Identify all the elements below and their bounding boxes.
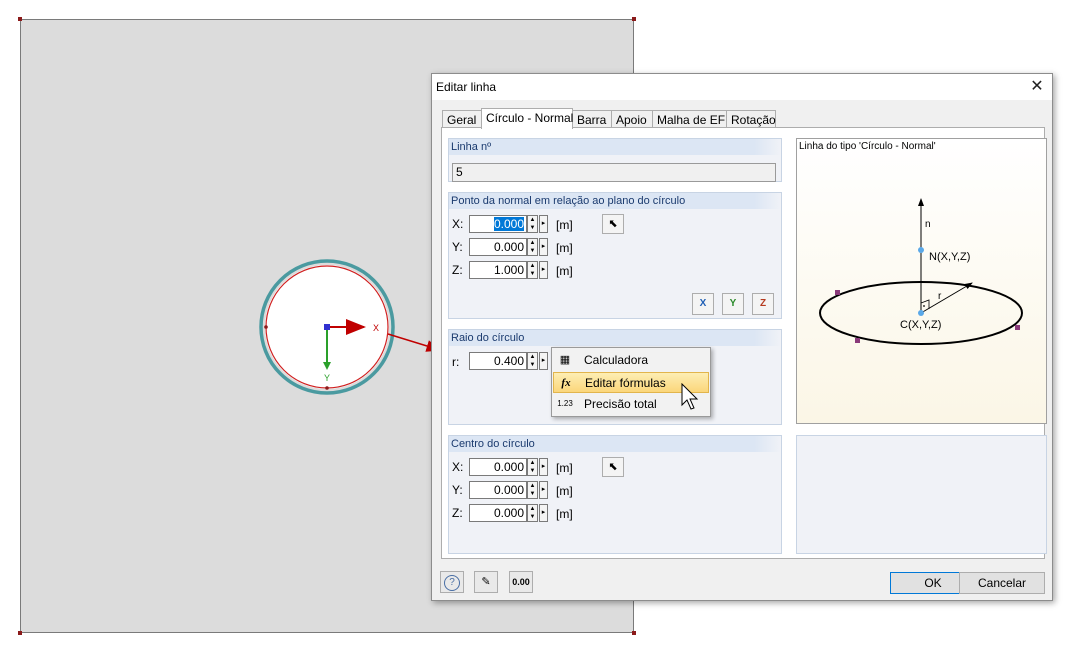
center-y-unit: [m]	[556, 484, 573, 498]
cursor-pick-icon: ⬉	[608, 218, 618, 230]
tab-rotacao[interactable]: Rotação	[726, 110, 776, 128]
axis-y-icon: Y	[729, 298, 737, 309]
diagram-r-label: r	[938, 291, 942, 302]
help-icon: ?	[444, 575, 460, 591]
diagram-node	[855, 338, 860, 343]
info-panel	[796, 435, 1047, 554]
circle-normal-diagram: n N(X,Y,Z) r C(X,Y,Z)	[819, 198, 1023, 345]
normal-x-label: X:	[452, 217, 464, 231]
diagram-n-point	[918, 247, 924, 253]
center-z-input[interactable]: 0.000	[469, 504, 527, 522]
normal-point-title: Ponto da normal em relação ao plano do c…	[449, 193, 781, 209]
tab-malha-de-ef[interactable]: Malha de EF	[652, 110, 727, 128]
center-y-spinner[interactable]: ▲ ▼	[527, 481, 538, 499]
menu-item-label: Calculadora	[584, 353, 649, 367]
dialog-title: Editar linha	[436, 80, 497, 94]
preview-panel: Linha do tipo 'Círculo - Normal' n N(X,Y…	[796, 138, 1047, 424]
pick-center-button[interactable]: ⬉	[602, 457, 624, 477]
center-z-menu-button[interactable]: ▸	[539, 504, 548, 522]
normal-z-spinner[interactable]: ▲ ▼	[527, 261, 538, 279]
diagram-node	[1015, 325, 1020, 330]
center-x-unit: [m]	[556, 461, 573, 475]
group-center: Centro do círculo X: 0.000 ▲ ▼ ▸ [m] ⬉ Y:…	[448, 435, 782, 554]
normal-y-label: Y:	[452, 240, 463, 254]
center-x-label: X:	[452, 460, 464, 474]
canvas-corner-node	[18, 17, 22, 21]
normal-y-spinner[interactable]: ▲ ▼	[527, 238, 538, 256]
radius-input[interactable]: 0.400	[469, 352, 527, 370]
axis-x-icon: X	[699, 298, 707, 309]
group-line-number: Linha nº 5	[448, 138, 782, 182]
precision-icon: 0.00	[512, 577, 530, 587]
center-z-label: Z:	[452, 506, 463, 520]
menu-item-calculadora[interactable]: ▦ Calculadora	[553, 350, 709, 371]
normal-along-x-button[interactable]: X	[692, 293, 714, 315]
canvas-corner-node	[18, 631, 22, 635]
normal-z-label: Z:	[452, 263, 463, 277]
dialog-titlebar[interactable]: Editar linha ✕	[432, 74, 1052, 100]
comment-button[interactable]: ✎	[474, 571, 498, 593]
normal-along-z-button[interactable]: Z	[752, 293, 774, 315]
diagram-n-label: n	[925, 219, 931, 230]
fx-formula-icon: fx	[561, 377, 571, 389]
diagram-c-point	[918, 310, 924, 316]
line-number-field[interactable]: 5	[452, 163, 776, 182]
line-number-label: Linha nº	[449, 139, 781, 155]
edit-note-icon: ✎	[481, 576, 491, 588]
mouse-cursor-icon	[681, 383, 699, 410]
tab-apoio[interactable]: Apoio	[611, 110, 653, 128]
center-z-spinner[interactable]: ▲ ▼	[527, 504, 538, 522]
menu-item-label: Precisão total	[584, 397, 657, 411]
normal-y-menu-button[interactable]: ▸	[539, 238, 548, 256]
diagram-node	[835, 290, 840, 295]
edit-line-dialog: Editar linha ✕ Geral Círculo - Normal Ba…	[431, 73, 1053, 601]
normal-x-menu-button[interactable]: ▸	[539, 215, 548, 233]
center-x-spinner[interactable]: ▲ ▼	[527, 458, 538, 476]
close-icon: ✕	[1030, 78, 1044, 95]
normal-y-unit: [m]	[556, 241, 573, 255]
normal-z-unit: [m]	[556, 264, 573, 278]
menu-item-label: Editar fórmulas	[585, 376, 666, 390]
tab-circulo-normal[interactable]: Círculo - Normal	[481, 108, 573, 129]
center-z-unit: [m]	[556, 507, 573, 521]
calculator-icon: ▦	[559, 354, 571, 366]
precision-button[interactable]: 0.00	[509, 571, 533, 593]
normal-z-input[interactable]: 1.000	[469, 261, 527, 279]
cancel-button[interactable]: Cancelar	[959, 572, 1045, 594]
precision-icon: 1.23	[557, 399, 573, 408]
normal-y-input[interactable]: 0.000	[469, 238, 527, 256]
group-normal-point: Ponto da normal em relação ao plano do c…	[448, 192, 782, 319]
tab-geral[interactable]: Geral	[442, 110, 482, 128]
canvas-corner-node	[632, 631, 636, 635]
close-button[interactable]: ✕	[1028, 78, 1046, 96]
cursor-pick-icon: ⬉	[608, 461, 618, 473]
canvas-corner-node	[632, 17, 636, 21]
radius-label: r:	[452, 355, 460, 369]
help-button[interactable]: ?	[440, 571, 464, 593]
center-title: Centro do círculo	[449, 436, 781, 452]
normal-x-input[interactable]: 0.000	[469, 215, 527, 233]
radius-spinner[interactable]: ▲ ▼	[527, 352, 538, 370]
pick-normal-point-button[interactable]: ⬉	[602, 214, 624, 234]
diagram-n-point-label: N(X,Y,Z)	[929, 251, 970, 263]
radius-menu-button[interactable]: ▸	[539, 352, 548, 370]
center-y-menu-button[interactable]: ▸	[539, 481, 548, 499]
center-y-input[interactable]: 0.000	[469, 481, 527, 499]
center-x-input[interactable]: 0.000	[469, 458, 527, 476]
tab-barra[interactable]: Barra	[572, 110, 612, 128]
radius-title: Raio do círculo	[449, 330, 781, 346]
axis-z-icon: Z	[759, 298, 767, 309]
center-x-menu-button[interactable]: ▸	[539, 458, 548, 476]
diagram-c-point-label: C(X,Y,Z)	[900, 319, 941, 331]
normal-x-spinner[interactable]: ▲ ▼	[527, 215, 538, 233]
tab-pane-circulo-normal: Linha nº 5 Ponto da normal em relação ao…	[441, 127, 1047, 559]
normal-x-value: 0.000	[493, 217, 524, 231]
normal-x-unit: [m]	[556, 218, 573, 232]
normal-along-y-button[interactable]: Y	[722, 293, 744, 315]
center-y-label: Y:	[452, 483, 463, 497]
normal-z-menu-button[interactable]: ▸	[539, 261, 548, 279]
